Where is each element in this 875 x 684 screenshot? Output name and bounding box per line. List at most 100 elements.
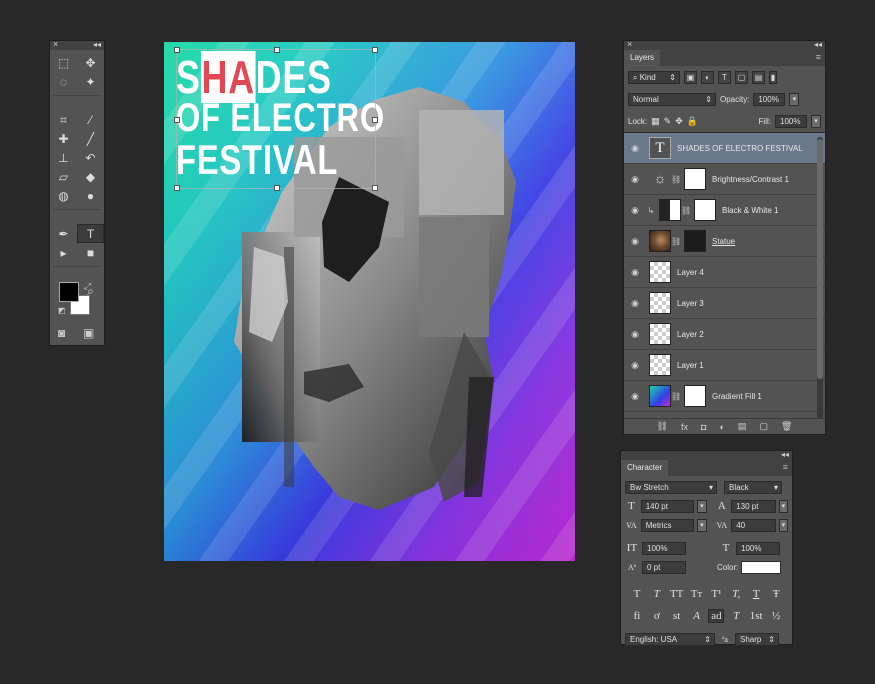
layers-scroll-thumb[interactable]	[817, 139, 823, 379]
adjustment-icon[interactable]: ◐	[719, 422, 724, 432]
filter-shape-icon[interactable]: ▢	[735, 70, 748, 84]
lock-pixels-icon[interactable]: ✎	[664, 116, 672, 127]
panel-menu-icon[interactable]: ≡	[816, 52, 821, 62]
document-canvas[interactable]: SHADES OF ELECTRO FESTIVAL	[164, 42, 575, 561]
baseline-shift-input[interactable]: 0 pt	[642, 561, 686, 574]
opacity-input[interactable]: 100%	[753, 92, 786, 106]
visibility-eye-icon[interactable]: ◉	[624, 143, 646, 154]
bbox-handle-mr[interactable]	[372, 117, 378, 123]
lock-position-icon[interactable]: ✥	[675, 116, 683, 127]
magic-wand-icon[interactable]: ✦	[77, 72, 104, 91]
rectangle-shape-icon[interactable]: ■	[77, 243, 104, 262]
quick-mask-icon[interactable]: ◙	[58, 326, 65, 340]
tracking-dropdown-icon[interactable]: ▾	[778, 519, 788, 532]
faux-italic-icon[interactable]: T	[649, 588, 665, 600]
titling-icon[interactable]: T	[728, 610, 744, 622]
trash-icon[interactable]: 🗑	[781, 421, 792, 432]
opacity-dropdown-icon[interactable]: ▾	[789, 92, 800, 106]
collapse-icon[interactable]: ◂◂	[814, 39, 822, 50]
contextual-alternates-icon[interactable]: ơ	[649, 610, 665, 622]
tab-layers[interactable]: Layers	[624, 50, 661, 66]
underline-icon[interactable]: T	[748, 588, 764, 600]
font-style-select[interactable]: Black ▾	[724, 481, 782, 494]
tab-character[interactable]: Character	[621, 460, 669, 476]
filter-smart-object-icon[interactable]: ▤	[752, 70, 765, 84]
bbox-handle-bl[interactable]	[174, 185, 180, 191]
lasso-icon[interactable]: ◌	[50, 72, 77, 91]
layer-row[interactable]: ◉ ☼ ⛓ Brightness/Contrast 1	[624, 164, 825, 195]
kerning-select[interactable]: Metrics	[640, 519, 695, 532]
layer-row[interactable]: ◉ Layer 4	[624, 257, 825, 288]
foreground-color-front[interactable]	[59, 282, 79, 302]
pen-icon[interactable]: ✒	[50, 224, 77, 243]
bbox-handle-tc[interactable]	[274, 47, 280, 53]
screen-mode-icon[interactable]: ▣	[83, 326, 94, 340]
text-bounding-box[interactable]	[174, 47, 378, 191]
ligatures-icon[interactable]: fi	[629, 610, 645, 622]
discretionary-ligatures-icon[interactable]: st	[669, 610, 685, 622]
swash-icon[interactable]: A	[689, 610, 705, 622]
ordinals-icon[interactable]: 1st	[748, 610, 764, 622]
type-icon[interactable]: T	[77, 224, 104, 243]
close-icon[interactable]: ×	[53, 39, 58, 50]
kerning-dropdown-icon[interactable]: ▾	[697, 519, 707, 532]
leading-dropdown-icon[interactable]: ▾	[778, 500, 788, 513]
collapse-icon[interactable]: ◂◂	[781, 449, 789, 460]
stylistic-alternates-icon[interactable]: ad	[708, 609, 725, 623]
fx-icon[interactable]: fx	[681, 422, 688, 432]
swap-colors-icon[interactable]: ⤢	[84, 281, 91, 292]
layer-row[interactable]: ◉ Layer 2	[624, 319, 825, 350]
anti-alias-select[interactable]: Sharp ⇕	[735, 633, 779, 646]
fill-input[interactable]: 100%	[775, 114, 807, 128]
layer-row[interactable]: ◉ Layer 3	[624, 288, 825, 319]
lock-transparent-icon[interactable]: ▦	[651, 116, 660, 127]
clone-stamp-icon[interactable]: ⊥	[50, 148, 77, 167]
layer-row[interactable]: ◉ ↳ ⛓ Black & White 1	[624, 195, 825, 226]
close-icon[interactable]: ×	[627, 39, 632, 50]
layer-row[interactable]: ◉ T SHADES OF ELECTRO FESTIVAL	[624, 133, 825, 164]
panel-menu-icon[interactable]: ≡	[783, 462, 788, 472]
visibility-eye-icon[interactable]: ◉	[624, 391, 646, 402]
healing-brush-icon[interactable]: ✚	[50, 129, 77, 148]
superscript-icon[interactable]: T¹	[708, 588, 724, 600]
eyedropper-icon[interactable]: ⁄	[77, 110, 104, 129]
history-brush-icon[interactable]: ↶	[77, 148, 104, 167]
layer-row[interactable]: ◉ ⛓ Gradient Fill 1	[624, 381, 825, 412]
visibility-eye-icon[interactable]: ◉	[624, 298, 646, 309]
visibility-eye-icon[interactable]: ◉	[624, 205, 646, 216]
bbox-handle-br[interactable]	[372, 185, 378, 191]
bbox-handle-tl[interactable]	[174, 47, 180, 53]
dodge-icon[interactable]: ●	[77, 186, 104, 205]
font-family-select[interactable]: Bw Stretch ▾	[625, 481, 717, 494]
layer-row[interactable]: ◉ ⛓ Statue	[624, 226, 825, 257]
add-mask-icon[interactable]: ◘	[701, 422, 706, 432]
text-color-swatch[interactable]	[741, 561, 782, 574]
vertical-scale-input[interactable]: 100%	[642, 542, 686, 555]
filter-type-icon[interactable]: T	[718, 70, 731, 84]
bbox-handle-ml[interactable]	[174, 117, 180, 123]
font-size-input[interactable]: 140 pt	[640, 500, 695, 513]
paint-bucket-icon[interactable]: ◆	[77, 167, 104, 186]
crop-icon[interactable]: ⌗	[50, 110, 77, 129]
brush-icon[interactable]: ╱	[77, 129, 104, 148]
subscript-icon[interactable]: T,	[728, 588, 744, 600]
horizontal-scale-input[interactable]: 100%	[736, 542, 780, 555]
filter-toggle-icon[interactable]: ▮	[769, 70, 777, 84]
filter-adjustment-icon[interactable]: ◐	[701, 70, 714, 84]
move-icon[interactable]: ✥	[77, 53, 104, 72]
leading-input[interactable]: 130 pt	[731, 500, 776, 513]
visibility-eye-icon[interactable]: ◉	[624, 236, 646, 247]
visibility-eye-icon[interactable]: ◉	[624, 329, 646, 340]
filter-kind-select[interactable]: ⌕ Kind ⇕	[628, 70, 680, 84]
lock-all-icon[interactable]: 🔒	[687, 116, 698, 127]
collapse-icon[interactable]: ◂◂	[93, 39, 101, 50]
blend-mode-select[interactable]: Normal ⇕	[628, 92, 716, 106]
eraser-icon[interactable]: ▱	[50, 167, 77, 186]
fill-dropdown-icon[interactable]: ▾	[811, 114, 821, 128]
faux-bold-icon[interactable]: T	[629, 588, 645, 600]
layers-scrollbar[interactable]	[817, 137, 823, 419]
path-select-icon[interactable]: ▸	[50, 243, 77, 262]
layer-row[interactable]: ◉ Layer 1	[624, 350, 825, 381]
new-layer-icon[interactable]: ▢	[759, 421, 768, 432]
bbox-handle-bc[interactable]	[274, 185, 280, 191]
